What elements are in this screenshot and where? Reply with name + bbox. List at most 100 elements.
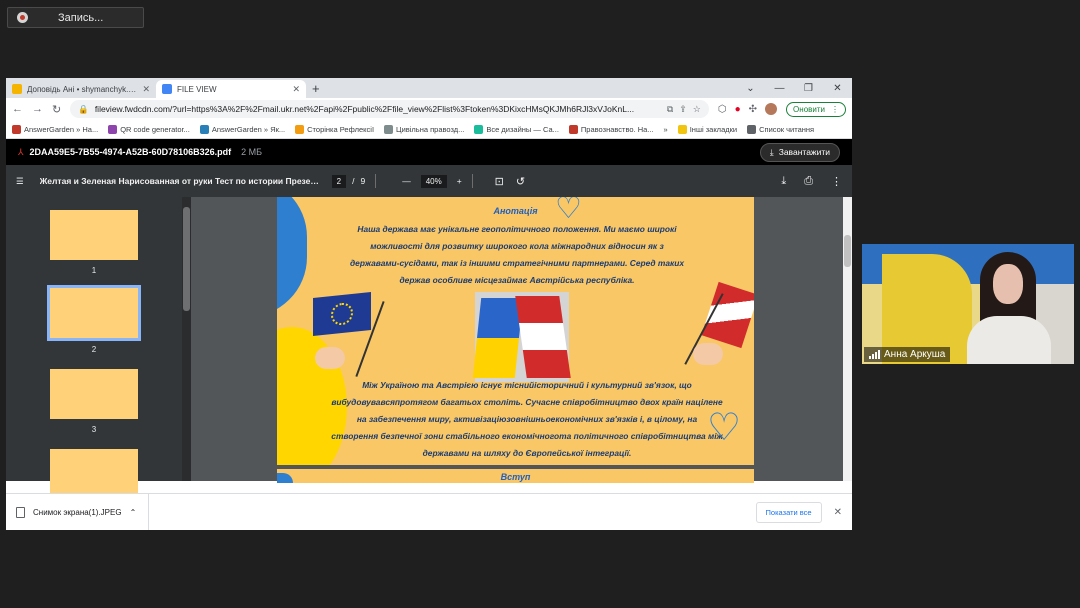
bookmark-item[interactable]: QR code generator... — [108, 124, 190, 134]
translate-icon[interactable]: ⧉ — [667, 104, 673, 115]
heart-icon: ♡ — [707, 407, 742, 449]
tab-file-view[interactable]: FILE VIEW ✕ — [156, 80, 306, 98]
thumbnail-page-1[interactable] — [50, 210, 138, 260]
page-selector: 2 / 9 — [331, 174, 365, 188]
reload-icon[interactable]: ↻ — [52, 103, 61, 116]
slide-page-3: Вступ — [277, 469, 754, 483]
bookmark-label: AnswerGarden » Ha... — [24, 124, 99, 134]
profile-avatar[interactable] — [765, 103, 778, 115]
downloads-bar: Снимок экрана(1).JPEG ⌃ Показати все ✕ — [6, 493, 852, 530]
document-title: Желтая и Зеленая Нарисованная от руки Те… — [39, 176, 320, 186]
pdf-file-icon: ⅄ — [18, 146, 24, 157]
bookmarks-bar: AnswerGarden » Ha... QR code generator..… — [6, 120, 852, 139]
text-line: державами-сусідами, так із іншими страте… — [349, 258, 684, 268]
tab-bar: Доповідь Ані • shymanchyk.yaro ✕ FILE VI… — [6, 78, 852, 98]
zoom-out-icon[interactable]: — — [402, 176, 411, 186]
bookmark-favicon-icon — [568, 124, 578, 134]
slide-paragraph-1: Наша держава має унікальне геополітичног… — [317, 221, 717, 289]
pdf-actions: ⤓ ⎙ ⋮ — [781, 175, 842, 188]
bookmark-item[interactable]: AnswerGarden » Як... — [199, 124, 286, 134]
restore-icon[interactable]: ❐ — [794, 83, 823, 94]
drive-icon — [12, 84, 22, 94]
thumbnail-page-4[interactable] — [50, 449, 138, 499]
bookmark-item[interactable]: Все дизайны — Са... — [474, 124, 559, 134]
file-icon — [16, 506, 25, 518]
close-window-icon[interactable]: ✕ — [823, 83, 852, 94]
download-pdf-icon[interactable]: ⤓ — [781, 175, 786, 188]
extension-cube-icon[interactable]: ⬡ — [718, 104, 727, 115]
fit-page-icon[interactable]: ⊡ — [495, 175, 504, 188]
bookmark-item[interactable]: Сторінка Рефлексії — [295, 124, 374, 134]
close-tab-icon[interactable]: ✕ — [142, 84, 150, 95]
bookmark-item[interactable]: Правознавство. На... — [568, 124, 654, 134]
tab-doc-report[interactable]: Доповідь Ані • shymanchyk.yaro ✕ — [6, 80, 156, 98]
update-button[interactable]: Оновити ⋮ — [786, 101, 846, 117]
recording-label: Запись... — [58, 11, 104, 24]
file-view-icon — [162, 84, 172, 94]
close-tab-icon[interactable]: ✕ — [292, 84, 300, 95]
hand-image — [315, 347, 345, 369]
zoom-input[interactable]: 40% — [420, 174, 447, 188]
download-button[interactable]: ⤓ Завантажити — [759, 142, 840, 162]
download-label: Завантажити — [778, 147, 830, 157]
thumbnail-page-3[interactable] — [50, 369, 138, 419]
print-icon[interactable]: ⎙ — [804, 175, 813, 188]
new-tab-button[interactable]: + — [312, 81, 320, 96]
minimize-icon[interactable]: — — [765, 83, 794, 94]
pdf-toolbar: ☰ Желтая и Зеленая Нарисованная от руки … — [6, 165, 852, 197]
page-input[interactable]: 2 — [331, 174, 347, 188]
window-controls: ⌄ — ❐ ✕ — [736, 78, 852, 98]
bookmarks-overflow[interactable]: » — [664, 125, 668, 134]
bookmark-label: QR code generator... — [120, 124, 190, 134]
file-header: ⅄ 2DAA59E5-7B55-4974-A52B-60D78106B326.p… — [6, 139, 852, 165]
download-icon: ⤓ — [769, 146, 774, 157]
thumbnail-page-2[interactable] — [47, 285, 141, 341]
page-separator: / — [352, 176, 355, 186]
flags-photo — [472, 292, 571, 382]
bookmark-favicon-icon — [474, 124, 484, 134]
tab-label: Доповідь Ані • shymanchyk.yaro — [27, 84, 138, 94]
bookmark-item[interactable]: Цивільна правозд... — [384, 124, 464, 134]
close-downloads-icon[interactable]: ✕ — [834, 507, 842, 518]
thumbnail-scrollbar[interactable] — [182, 197, 191, 481]
file-size: 2 МБ — [241, 147, 263, 157]
share-icon[interactable]: ⇪ — [679, 104, 687, 115]
text-line: Наша держава має унікальне геополітичног… — [357, 224, 677, 234]
signal-bars-icon — [869, 350, 880, 359]
back-icon[interactable]: ← — [12, 103, 23, 115]
other-bookmarks[interactable]: Інші закладки — [677, 124, 737, 134]
bookmark-star-icon[interactable]: ☆ — [693, 104, 701, 115]
more-options-icon[interactable]: ⋮ — [831, 175, 842, 188]
document-scrollbar[interactable] — [843, 197, 852, 481]
address-bar[interactable]: 🔒 fileview.fwdcdn.com/?url=https%3A%2F%2… — [70, 100, 709, 118]
reading-list[interactable]: Список читання — [747, 124, 815, 134]
url-text: fileview.fwdcdn.com/?url=https%3A%2F%2Fm… — [94, 104, 635, 114]
puzzle-icon[interactable]: ✣ — [749, 104, 757, 115]
show-all-button[interactable]: Показати все — [755, 501, 822, 523]
thumbnail-sidebar: 1 2 3 — [6, 197, 182, 499]
pinterest-icon[interactable]: ● — [735, 104, 741, 115]
download-item[interactable]: Снимок экрана(1).JPEG ⌃ — [16, 506, 137, 518]
recording-indicator[interactable]: Запись... — [7, 7, 144, 28]
extensions: ⬡ ● ✣ — [718, 103, 778, 115]
menu-icon[interactable]: ☰ — [16, 176, 24, 187]
text-line: Між Україною та Австрією існує тіснийіст… — [362, 380, 692, 390]
bookmark-item[interactable]: AnswerGarden » Ha... — [12, 124, 99, 134]
text-line: державами на шляху до Європейської інтег… — [422, 448, 632, 458]
tab-search-icon[interactable]: ⌄ — [736, 83, 765, 94]
austria-flag-image — [515, 296, 571, 378]
overflow-chevron-icon: » — [663, 124, 668, 134]
participant-name: Анна Аркуша — [884, 349, 946, 360]
chevron-up-icon[interactable]: ⌃ — [130, 508, 137, 517]
more-menu-icon: ⋮ — [831, 104, 839, 114]
reading-list-icon — [747, 124, 757, 134]
lock-icon[interactable]: 🔒 — [78, 104, 89, 115]
eu-flag-image — [313, 291, 371, 337]
bookmark-label: AnswerGarden » Як... — [211, 124, 286, 134]
zoom-in-icon[interactable]: + — [457, 176, 462, 186]
rotate-icon[interactable]: ↺ — [516, 175, 525, 188]
participant-video[interactable]: Анна Аркуша — [862, 244, 1074, 364]
forward-icon[interactable]: → — [32, 103, 43, 115]
text-line: створення безпечної зони стабільного еко… — [331, 431, 723, 441]
bookmark-label: Список читання — [759, 124, 815, 134]
